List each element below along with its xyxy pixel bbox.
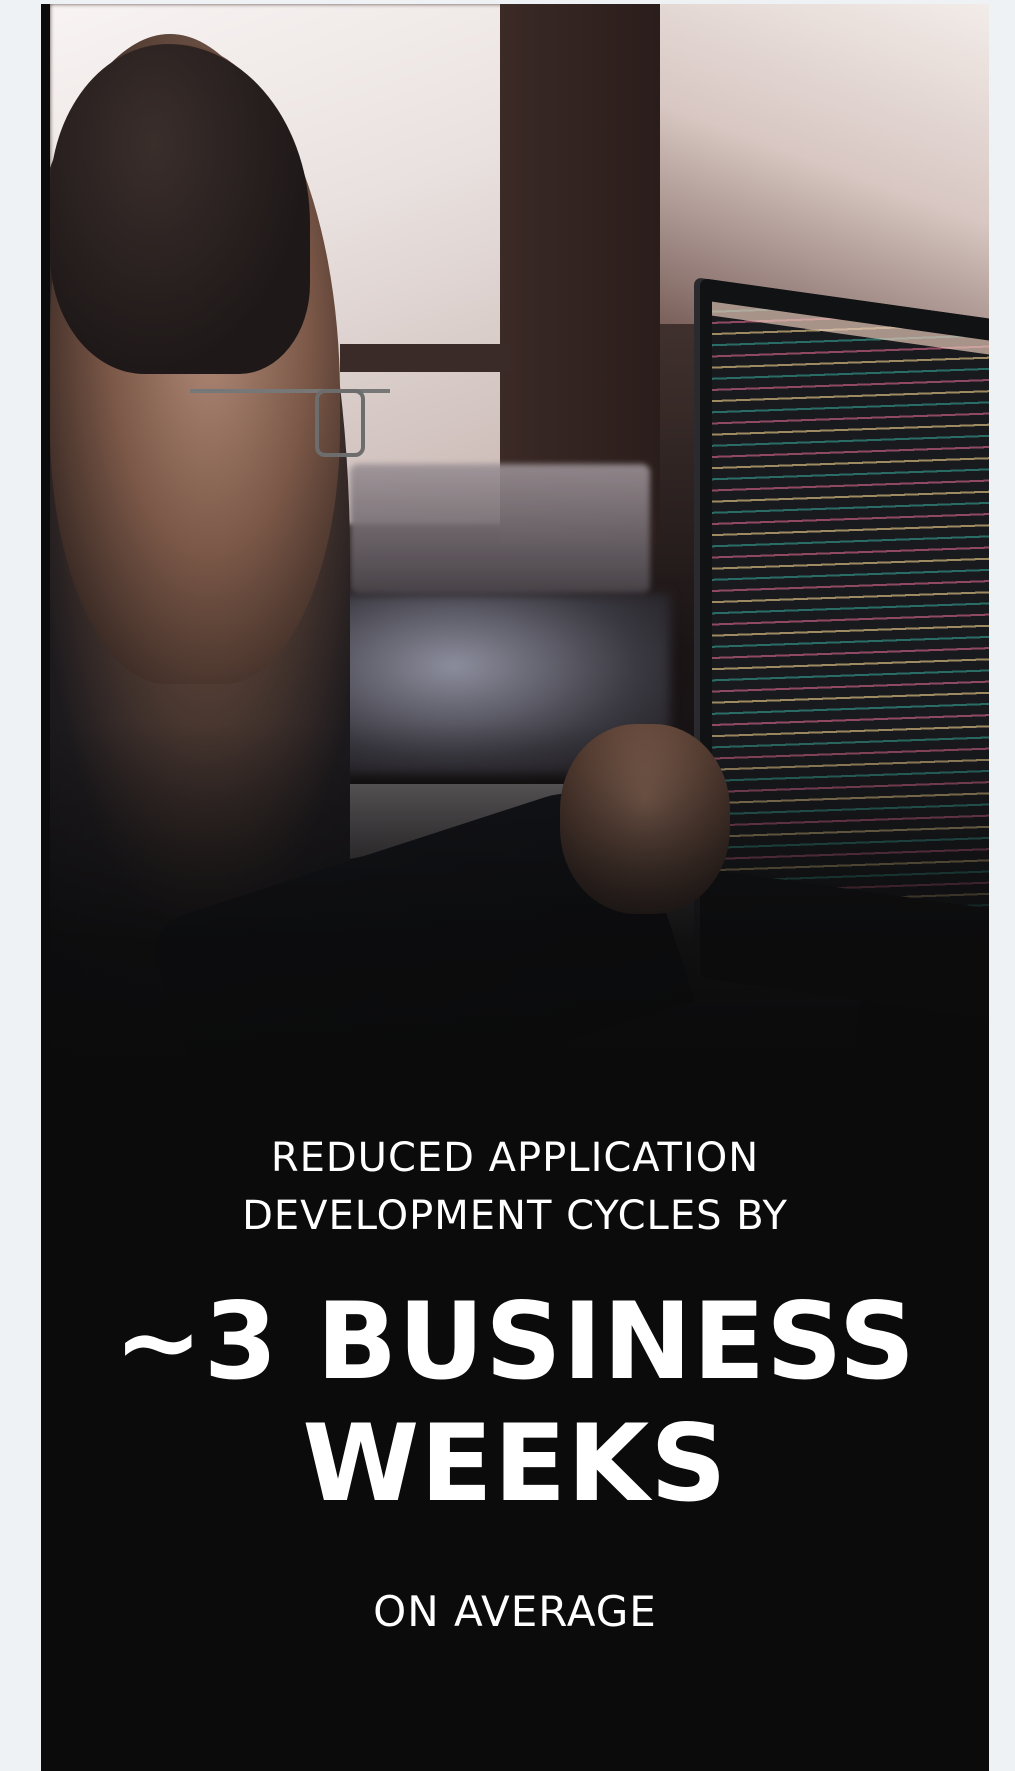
stat-headline-line-1: ~3 BUSINESS — [113, 1280, 917, 1403]
hero-photo-developer-at-monitor — [50, 4, 989, 1084]
wall — [660, 4, 989, 324]
stat-lead-line-1: REDUCED APPLICATION — [270, 1135, 760, 1181]
stat-text-block: REDUCED APPLICATION DEVELOPMENT CYCLES B… — [41, 1129, 989, 1636]
stat-lead-line-2: DEVELOPMENT CYCLES BY — [242, 1193, 788, 1239]
stat-lead: REDUCED APPLICATION DEVELOPMENT CYCLES B… — [41, 1129, 989, 1245]
stat-card: REDUCED APPLICATION DEVELOPMENT CYCLES B… — [41, 4, 989, 1771]
window-frame-bar — [340, 344, 510, 372]
photo-gradient-fade — [50, 724, 989, 1084]
shelf — [350, 464, 650, 594]
stat-headline: ~3 BUSINESS WEEKS — [41, 1281, 989, 1525]
stat-tail: ON AVERAGE — [373, 1587, 657, 1636]
stat-headline-line-2: WEEKS — [302, 1402, 728, 1525]
page: REDUCED APPLICATION DEVELOPMENT CYCLES B… — [0, 0, 1015, 1771]
window-frame — [500, 4, 660, 544]
glasses-lens — [315, 389, 365, 457]
